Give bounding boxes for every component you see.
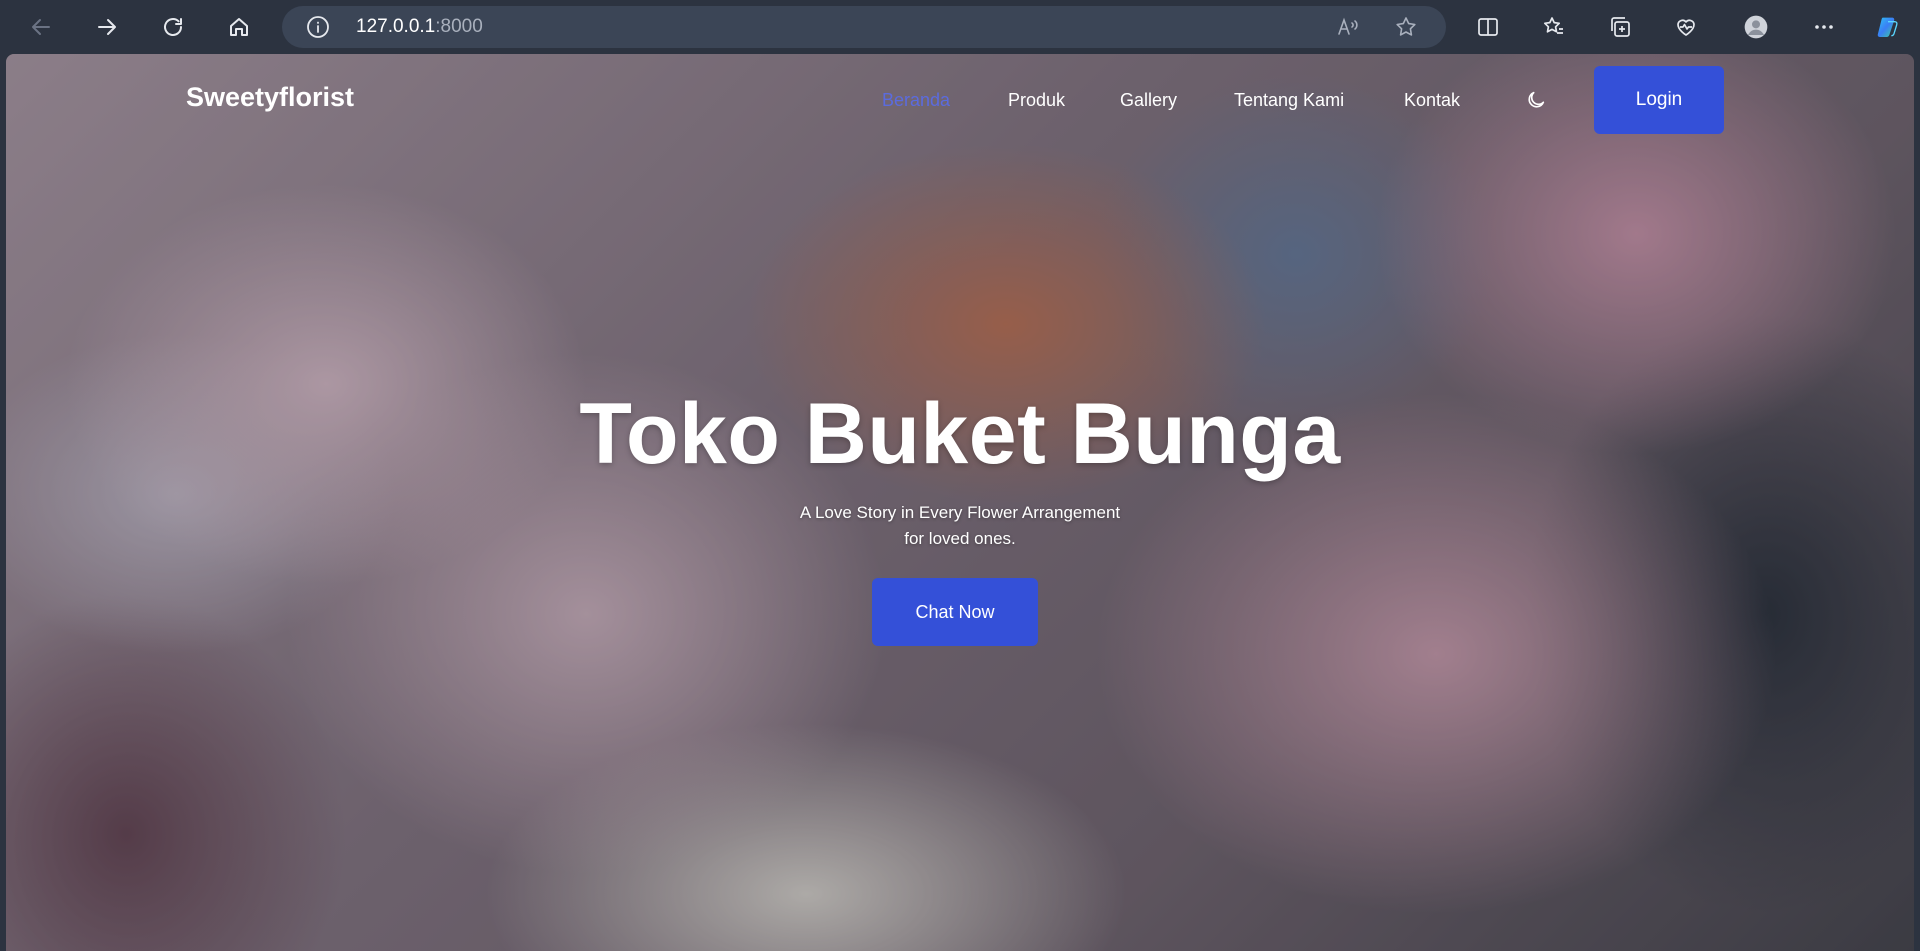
reload-icon bbox=[164, 18, 182, 36]
heart-pulse-icon bbox=[1677, 19, 1695, 36]
back-arrow-icon bbox=[32, 19, 50, 35]
login-button[interactable]: Login bbox=[1594, 66, 1724, 134]
split-screen-button[interactable] bbox=[1472, 11, 1504, 43]
address-host: 127.0.0.1 bbox=[356, 16, 436, 37]
moon-icon bbox=[1528, 91, 1545, 108]
collections-button[interactable] bbox=[1604, 11, 1636, 43]
avatar-icon bbox=[1744, 15, 1768, 39]
home-icon bbox=[230, 18, 248, 36]
read-aloud-button[interactable] bbox=[1336, 15, 1360, 39]
address-port: :8000 bbox=[435, 16, 483, 37]
home-button[interactable] bbox=[222, 10, 256, 44]
star-icon bbox=[1396, 17, 1416, 36]
profile-button[interactable] bbox=[1738, 9, 1774, 45]
hero-subtitle: A Love Story in Every Flower Arrangement… bbox=[760, 500, 1160, 552]
page-viewport: Sweetyflorist Beranda Produk Gallery Ten… bbox=[6, 54, 1914, 951]
read-aloud-icon bbox=[1338, 17, 1358, 35]
hero-title: Toko Buket Bunga bbox=[579, 386, 1341, 482]
browser-essentials-button[interactable] bbox=[1670, 11, 1702, 43]
hero-subtitle-line-2: for loved ones. bbox=[904, 529, 1016, 548]
site-info-button[interactable] bbox=[306, 15, 330, 39]
nav-link-tentang-kami[interactable]: Tentang Kami bbox=[1234, 90, 1344, 111]
favorites-icon bbox=[1543, 17, 1563, 34]
theme-toggle-button[interactable] bbox=[1524, 88, 1548, 112]
more-icon bbox=[1815, 25, 1833, 29]
forward-arrow-icon bbox=[98, 19, 116, 35]
hero-subtitle-line-1: A Love Story in Every Flower Arrangement bbox=[799, 503, 1121, 522]
more-button[interactable] bbox=[1808, 11, 1840, 43]
back-button[interactable] bbox=[24, 10, 58, 44]
site-navbar: Sweetyflorist Beranda Produk Gallery Ten… bbox=[6, 54, 1914, 146]
copilot-button[interactable] bbox=[1870, 9, 1906, 45]
chat-now-button[interactable]: Chat Now bbox=[872, 578, 1038, 646]
forward-button[interactable] bbox=[90, 10, 124, 44]
reload-button[interactable] bbox=[156, 10, 190, 44]
info-icon bbox=[307, 16, 329, 38]
favorites-button[interactable] bbox=[1538, 11, 1570, 43]
split-screen-icon bbox=[1478, 18, 1498, 36]
brand-logo[interactable]: Sweetyflorist bbox=[186, 82, 354, 113]
nav-link-kontak[interactable]: Kontak bbox=[1404, 90, 1460, 111]
browser-toolbar: 127.0.0.1:8000 bbox=[0, 0, 1920, 54]
nav-link-beranda[interactable]: Beranda bbox=[882, 90, 950, 111]
nav-link-produk[interactable]: Produk bbox=[1008, 90, 1065, 111]
favorite-button[interactable] bbox=[1394, 15, 1418, 39]
collections-icon bbox=[1611, 17, 1630, 37]
copilot-icon bbox=[1877, 17, 1898, 37]
address-text[interactable]: 127.0.0.1:8000 bbox=[356, 6, 483, 48]
address-bar[interactable]: 127.0.0.1:8000 bbox=[282, 6, 1446, 48]
nav-link-gallery[interactable]: Gallery bbox=[1120, 90, 1177, 111]
